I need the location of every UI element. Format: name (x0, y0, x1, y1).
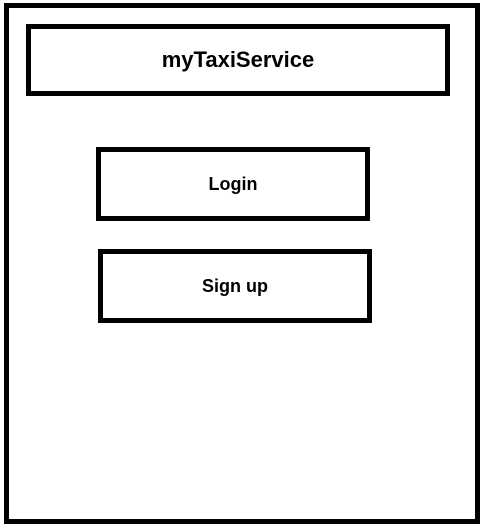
app-title: myTaxiService (161, 47, 315, 72)
app-header: myTaxiService (26, 24, 450, 96)
signup-button-label: Sign up (202, 275, 268, 296)
login-button-label: Login (208, 173, 258, 194)
signup-button[interactable]: Sign up (98, 249, 372, 323)
login-button[interactable]: Login (96, 147, 370, 221)
